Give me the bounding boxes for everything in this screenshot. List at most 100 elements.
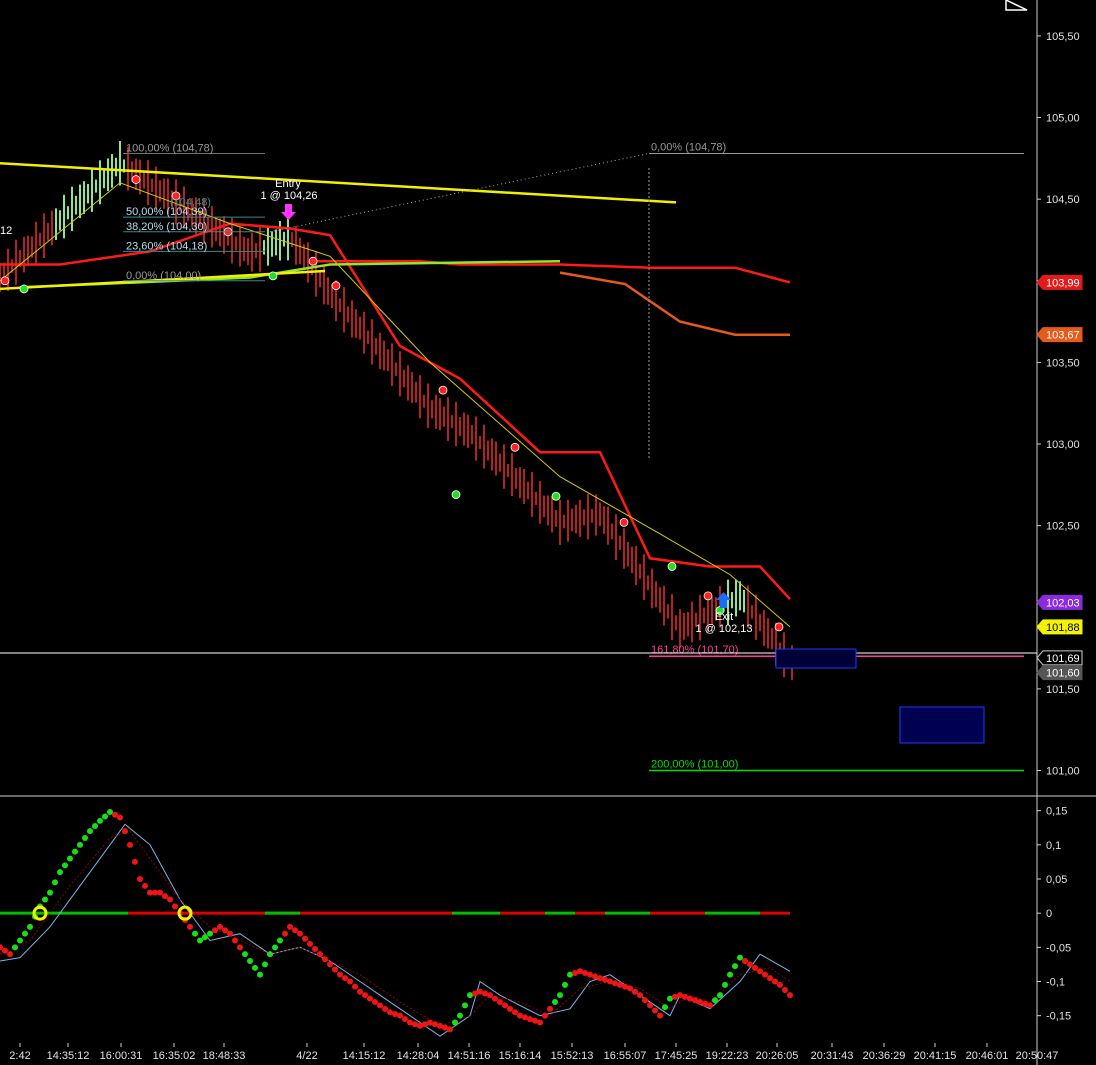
time-tick-label: 16:55:07 [604, 1050, 647, 1062]
oscillator-dot [742, 958, 748, 964]
oscillator-tick-label: -0,1 [1046, 977, 1065, 989]
oscillator-dot [352, 983, 358, 990]
fib-label-right: 200,00% (101,00) [651, 759, 738, 771]
time-tick-label: 17:45:25 [655, 1050, 698, 1062]
oscillator-dot [302, 935, 308, 942]
fib-label-right: 0,00% (104,78) [651, 141, 726, 153]
oscillator-dot [512, 1009, 518, 1016]
oscillator-dot [72, 848, 78, 855]
oscillator-dot [377, 1002, 383, 1009]
oscillator-dot [207, 930, 213, 937]
exit-label: Exit [715, 611, 733, 623]
oscillator-dot [307, 940, 313, 947]
signal-dot [438, 385, 448, 395]
signal-dot [510, 442, 520, 452]
oscillator-dot [257, 971, 263, 978]
oscillator-dot [312, 946, 318, 953]
price-tag: 103,99 [1036, 274, 1083, 290]
oscillator-dot [402, 1016, 408, 1023]
oscillator-dot [57, 869, 63, 876]
oscillator-dot [452, 1019, 458, 1026]
time-tick-label: 20:41:15 [914, 1050, 957, 1062]
price-tick-label: 101,00 [1046, 766, 1080, 778]
oscillator-tick-label: 0 [1046, 908, 1052, 920]
oscillator-dot [52, 879, 58, 886]
fib-label-partial: (104,48) [170, 196, 211, 208]
oscillator-dot [752, 964, 758, 971]
fib-label-left: 100,00% (104,78) [126, 142, 213, 154]
oscillator-dot [87, 828, 93, 835]
price-tick-label: 103,50 [1046, 357, 1080, 369]
oscillator-dot [42, 896, 48, 903]
time-tick-label: 14:15:12 [343, 1050, 386, 1062]
signal-dot [551, 491, 561, 501]
oscillator-dot [337, 971, 343, 978]
left-edge-label: 12 [0, 225, 12, 237]
fib-label-left: 0,00% (104,00) [126, 270, 201, 282]
chart-stage[interactable]: 100,00% (104,78)50,00% (104,39)38,20% (1… [0, 0, 1096, 1065]
oscillator-dot [237, 944, 243, 951]
oscillator-dot [197, 937, 203, 944]
oscillator-dot [47, 889, 53, 896]
time-tick-label: 20:26:05 [756, 1050, 799, 1062]
signal-dot [667, 562, 677, 571]
time-tick-label: 14:35:12 [47, 1050, 90, 1062]
target-box-1 [775, 648, 857, 669]
oscillator-dot [507, 1005, 513, 1012]
oscillator-dot [192, 930, 198, 937]
price-tag-label: 103,67 [1046, 330, 1080, 342]
oscillator-dot [127, 841, 133, 848]
price-tag-label: 101,69 [1046, 653, 1080, 665]
oscillator-dot [777, 981, 783, 988]
price-tag: 101,60 [1036, 665, 1083, 681]
oscillator-dot [82, 835, 88, 841]
time-tick-label: 16:00:31 [100, 1050, 143, 1062]
oscillator-dot [652, 1007, 658, 1014]
price-tag: 102,03 [1036, 594, 1083, 610]
price-tick-label: 103,00 [1046, 439, 1080, 451]
time-tick-label: 20:46:01 [966, 1050, 1009, 1062]
price-tag: 101,69 [1036, 650, 1083, 666]
time-tick-label: 19:22:23 [706, 1050, 749, 1062]
oscillator-dot [537, 1019, 543, 1026]
signal-dot [774, 622, 784, 632]
oscillator-dot [707, 1002, 713, 1009]
time-tick-label: 4/22 [296, 1050, 317, 1062]
oscillator-dot [747, 961, 753, 968]
oscillator-dot [317, 951, 323, 958]
oscillator-dot [27, 923, 33, 930]
oscillator-dot [357, 988, 363, 995]
oscillator-dot [297, 930, 303, 937]
oscillator-dot [162, 893, 168, 900]
oscillator-dot [637, 992, 643, 999]
price-tick-label: 104,50 [1046, 194, 1080, 206]
signal-dot [268, 271, 278, 281]
oscillator-dot [757, 968, 763, 975]
fib-label-right: 161,80% (101,70) [651, 644, 738, 656]
oscillator-dot [662, 1004, 668, 1011]
signal-dot [0, 276, 10, 286]
oscillator-dot [77, 841, 83, 848]
oscillator-dot [487, 992, 493, 999]
oscillator-dot [382, 1005, 388, 1012]
oscillator-dot [252, 964, 258, 971]
time-tick-label: 15:16:14 [499, 1050, 542, 1062]
oscillator-dot [227, 930, 233, 937]
oscillator-dot [557, 992, 563, 999]
oscillator-dot [492, 995, 498, 1002]
time-tick-label: 20:36:29 [863, 1050, 906, 1062]
signal-dot [131, 175, 141, 184]
oscillator-dot [372, 999, 378, 1005]
signal-dot [331, 281, 341, 291]
oscillator-dot [362, 992, 368, 999]
oscillator-dot [782, 987, 788, 994]
oscillator-dot [367, 995, 373, 1002]
oscillator-dot [282, 930, 288, 937]
oscillator-dot [62, 862, 68, 869]
oscillator-dot [222, 927, 228, 934]
oscillator-dot [232, 937, 238, 944]
price-tag-label: 101,88 [1046, 622, 1080, 634]
oscillator-dot [12, 944, 18, 951]
oscillator-dot [2, 947, 8, 954]
price-tag: 101,88 [1036, 619, 1083, 635]
